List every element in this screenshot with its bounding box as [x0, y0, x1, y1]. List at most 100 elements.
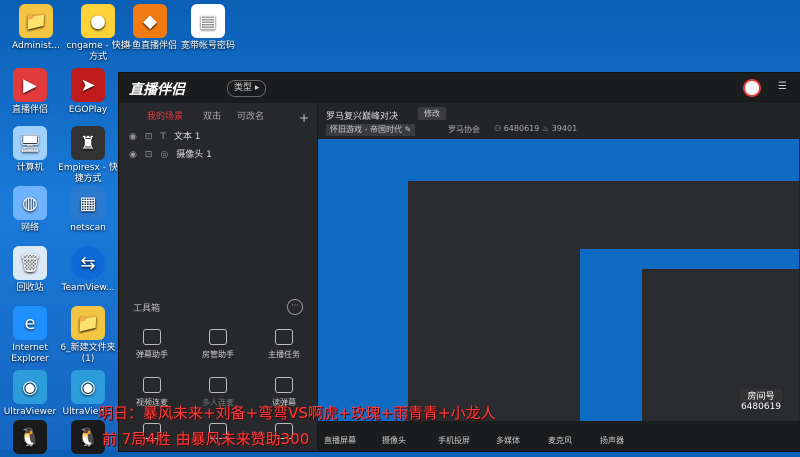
desktop-icon-9[interactable]: ▦ netscan	[56, 186, 120, 234]
category-label: 怀旧游戏 - 帝国时代	[330, 125, 402, 134]
screen-capture-button[interactable]: 直播屏幕	[324, 435, 356, 446]
icon-label: EGOPlay	[68, 105, 108, 115]
icon-label: 6_新建文件夹 (1)	[60, 343, 116, 364]
icon-label: UltraViewer	[3, 407, 57, 417]
desktop-icon-10[interactable]: 🗑 回收站	[0, 246, 62, 294]
tool-label: 弹幕助手	[136, 350, 168, 359]
more-icon[interactable]: ···	[287, 299, 303, 315]
category-selector[interactable]: 怀旧游戏 - 帝国时代 ✎	[326, 124, 416, 136]
desktop-icon-8[interactable]: ◍ 网络	[0, 186, 62, 234]
desktop-icon-12[interactable]: e Internet Explorer	[0, 306, 62, 365]
stream-preview[interactable]	[318, 139, 799, 421]
title-bar: 直播伴侣 类型 ▸ ☰	[119, 73, 800, 103]
tool-danmu-assistant[interactable]: 弹幕助手	[119, 329, 185, 360]
desktop-icon-0[interactable]: 📁 Administ...	[4, 4, 68, 52]
folder-icon: 📁	[19, 4, 53, 38]
source-item-text[interactable]: ◉ ⊡ T 文本 1	[129, 129, 209, 143]
video-link-icon	[143, 377, 161, 393]
download-icon	[209, 377, 227, 393]
eye-icon[interactable]: ◉	[129, 150, 137, 160]
tab-double-click[interactable]: 双击	[203, 109, 221, 122]
network-icon: ◍	[13, 186, 47, 220]
type-button[interactable]: 类型 ▸	[227, 80, 267, 97]
source-item-camera[interactable]: ◉ ⊡ ◎ 摄像头 1	[129, 147, 220, 161]
room-id-value: 6480619	[503, 124, 540, 133]
icon-label: 回收站	[16, 283, 44, 293]
phone-cast-button[interactable]: 手机投屏	[438, 435, 470, 446]
add-scene-icon[interactable]: +	[299, 111, 309, 125]
room-id: ⚇ 6480619	[494, 124, 539, 133]
douyu-icon: ◆	[133, 4, 167, 38]
desktop-icon-5[interactable]: ➤ EGOPlay	[56, 68, 120, 116]
computer-icon: 🖥	[13, 126, 47, 160]
ultraviewer-icon: ◉	[71, 370, 105, 404]
viewer-count-value: 39401	[551, 124, 578, 133]
live-companion-icon: ▶	[13, 68, 47, 102]
watermark-label: 房间号	[740, 389, 782, 402]
manager-icon	[209, 329, 227, 345]
tool-label: 主播任务	[268, 350, 300, 359]
task-icon	[275, 329, 293, 345]
desktop-icon-13[interactable]: 📁 6_新建文件夹 (1)	[56, 306, 120, 365]
microphone-button[interactable]: 麦克风	[548, 435, 572, 446]
document-icon: ▤	[191, 4, 225, 38]
icon-label: Internet Explorer	[11, 343, 49, 364]
desktop-icon-6[interactable]: 🖥 计算机	[0, 126, 62, 174]
desktop-icon-2[interactable]: ◆ 斗鱼直播伴侣	[118, 4, 182, 52]
camera-icon: ◎	[160, 150, 169, 160]
egoplay-icon: ➤	[71, 68, 105, 102]
camera-button[interactable]: 摄像头	[382, 435, 406, 446]
desktop-icon-14[interactable]: ◉ UltraViewer	[0, 370, 62, 418]
desktop-icon-16[interactable]: 🐧	[0, 420, 62, 457]
bottom-toolbar: 直播屏幕 摄像头 手机投屏 多媒体 麦克风 扬声器	[318, 421, 800, 451]
speaker-button[interactable]: 扬声器	[600, 435, 624, 446]
lock-icon[interactable]: ⊡	[145, 150, 153, 160]
icon-label: Empiresx - 快捷方式	[58, 163, 118, 184]
netscan-icon: ▦	[71, 186, 105, 220]
edit-button[interactable]: 修改	[418, 107, 446, 120]
room-title: 罗马复兴巅峰对决	[326, 112, 399, 122]
ie-icon: e	[13, 306, 47, 340]
desktop-icon-11[interactable]: ⇆ TeamView...	[56, 246, 120, 294]
viewer-count: ♨ 39401	[542, 124, 577, 133]
guild-label: 罗马协会	[448, 125, 480, 134]
source-label: 文本 1	[173, 132, 201, 142]
scene-tabs: 我的场景 双击 可改名 +	[119, 109, 317, 125]
eye-icon[interactable]: ◉	[129, 132, 137, 142]
desktop-icon-7[interactable]: ♜ Empiresx - 快捷方式	[56, 126, 120, 185]
ultraviewer-icon: ◉	[13, 370, 47, 404]
overlay-line-2: 前 7局4胜 由暴风未来赞助300	[102, 430, 310, 448]
watermark-id: 6480619	[740, 402, 782, 412]
lock-icon[interactable]: ⊡	[145, 132, 153, 142]
app-logo: 直播伴侣	[129, 82, 185, 98]
room-watermark: 房间号 6480619	[740, 389, 782, 421]
multimedia-button[interactable]: 多媒体	[496, 435, 520, 446]
qq-icon: 🐧	[13, 420, 47, 454]
pikachu-icon: ●	[81, 4, 115, 38]
type-label: 类型	[234, 83, 253, 93]
tab-my-scene[interactable]: 我的场景	[147, 109, 183, 122]
toolbox-title: 工具箱	[133, 304, 161, 314]
desktop-icon-3[interactable]: ▤ 宽带帐号密码	[176, 4, 240, 52]
desktop-icon-4[interactable]: ▶ 直播伴侣	[0, 68, 62, 116]
recursive-preview-1	[408, 181, 799, 421]
recycle-bin-icon: 🗑	[13, 246, 47, 280]
tool-label: 房管助手	[202, 350, 234, 359]
teamviewer-icon: ⇆	[71, 246, 105, 280]
qq-icon: 🐧	[71, 420, 105, 454]
source-label: 摄像头 1	[176, 150, 212, 160]
tool-streamer-task[interactable]: 主播任务	[251, 329, 317, 360]
person-icon: ⚇	[494, 124, 504, 133]
overlay-line-1: 明日：暴风未来+刘备+弯弯VS啊虎+玫瑰+雨青青+小龙人	[98, 404, 496, 422]
icon-label: 网络	[20, 223, 39, 233]
tab-rename[interactable]: 可改名	[237, 109, 264, 122]
menu-icon[interactable]: ☰	[778, 81, 787, 92]
tool-room-manager[interactable]: 房管助手	[185, 329, 251, 360]
danmu-icon	[143, 329, 161, 345]
scene-panel: 我的场景 双击 可改名 + ◉ ⊡ T 文本 1 ◉ ⊡ ◎ 摄像头 1 工具箱 ··· 弹…	[119, 103, 318, 451]
text-icon: T	[160, 132, 166, 142]
icon-label: TeamView...	[61, 283, 115, 293]
avatar[interactable]	[743, 79, 761, 97]
fire-icon: ♨	[542, 124, 552, 133]
icon-label: netscan	[70, 223, 106, 233]
